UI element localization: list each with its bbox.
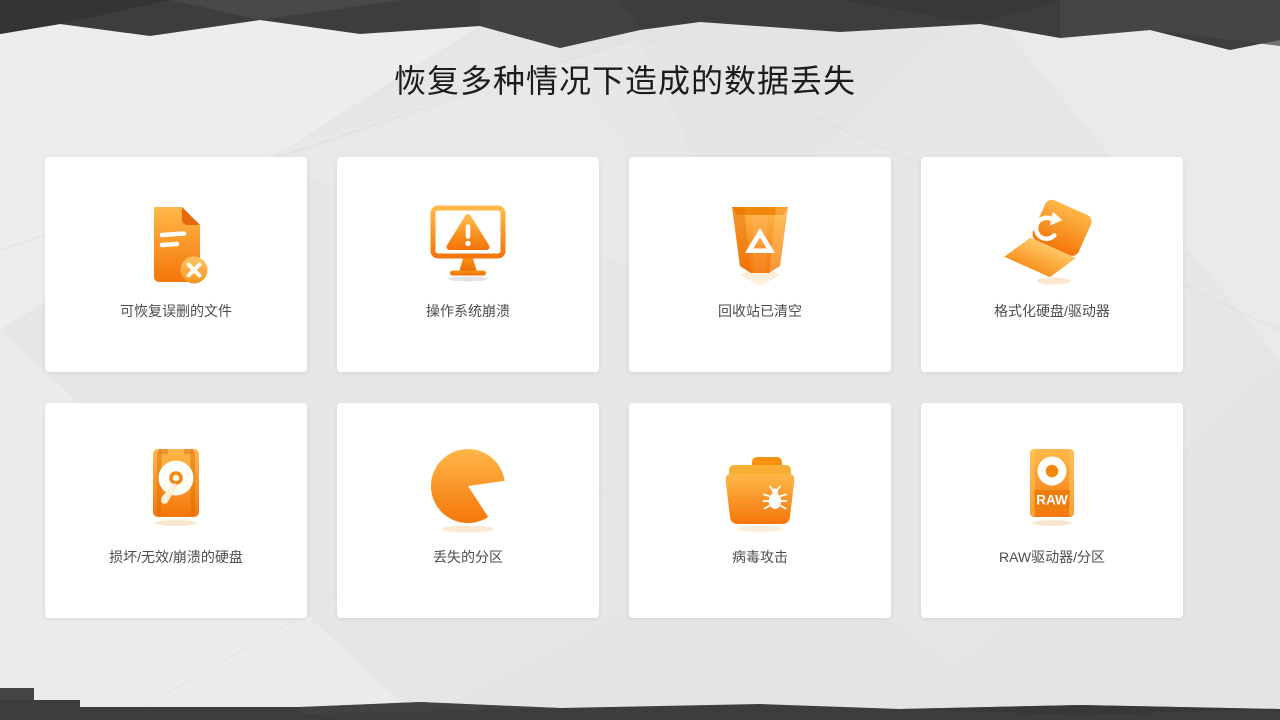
card-label: 丢失的分区 (337, 549, 599, 565)
formatted-drive-icon (1004, 195, 1100, 291)
card-label: 病毒攻击 (629, 549, 891, 565)
recycle-bin-icon (712, 195, 808, 291)
card-label: 操作系统崩溃 (337, 303, 599, 319)
lost-partition-icon (420, 441, 516, 537)
card-label: 回收站已清空 (629, 303, 891, 319)
card-os-crash[interactable]: 操作系统崩溃 (337, 157, 599, 372)
deleted-file-icon (128, 195, 224, 291)
card-lost-partition[interactable]: 丢失的分区 (337, 403, 599, 618)
os-crash-icon (420, 195, 516, 291)
card-deleted-files[interactable]: 可恢复误删的文件 (45, 157, 307, 372)
virus-attack-icon (712, 441, 808, 537)
card-formatted-drive[interactable]: 格式化硬盘/驱动器 (921, 157, 1183, 372)
card-virus-attack[interactable]: 病毒攻击 (629, 403, 891, 618)
card-recycle-bin[interactable]: 回收站已清空 (629, 157, 891, 372)
card-raw-drive[interactable]: RAW RAW驱动器/分区 (921, 403, 1183, 618)
scenario-card-grid: 可恢复误删的文件 操作系统崩溃 (45, 157, 1183, 618)
data-loss-scenarios-section: 恢复多种情况下造成的数据丢失 可恢复误删的文件 (0, 0, 1280, 720)
card-label: 可恢复误删的文件 (45, 303, 307, 319)
raw-badge-text: RAW (1036, 493, 1068, 508)
card-label: 损坏/无效/崩溃的硬盘 (45, 549, 307, 565)
card-label: 格式化硬盘/驱动器 (921, 303, 1183, 319)
card-label: RAW驱动器/分区 (921, 549, 1183, 565)
raw-drive-icon: RAW (1004, 441, 1100, 537)
damaged-disk-icon (128, 441, 224, 537)
section-title: 恢复多种情况下造成的数据丢失 (0, 56, 1250, 102)
card-damaged-disk[interactable]: 损坏/无效/崩溃的硬盘 (45, 403, 307, 618)
